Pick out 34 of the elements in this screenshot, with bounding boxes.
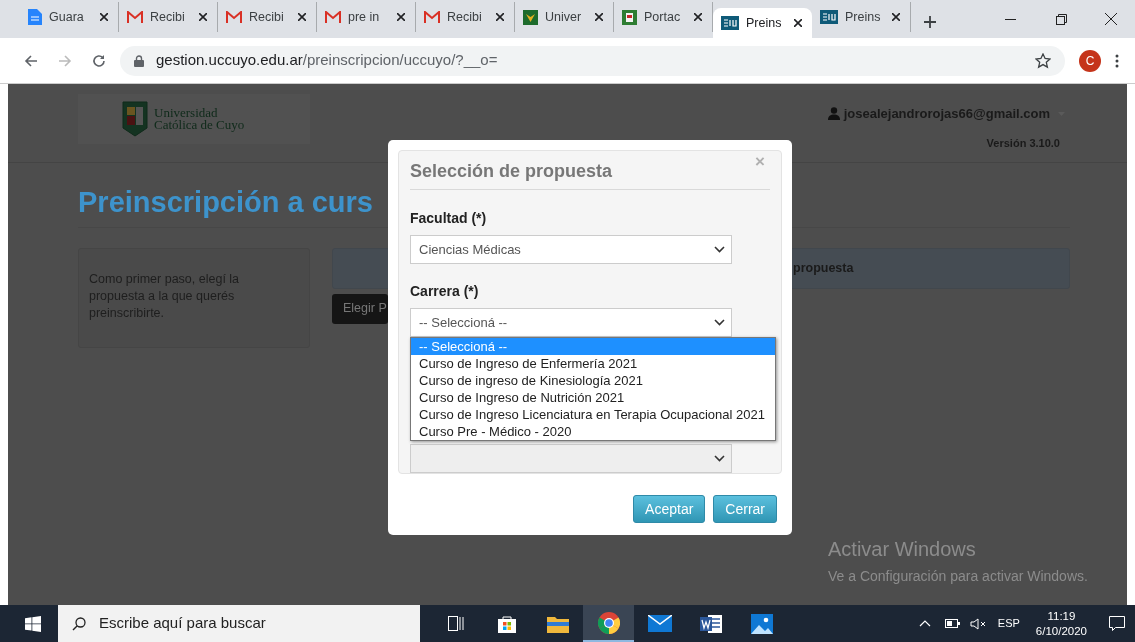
panel-heading: propuesta bbox=[793, 259, 854, 277]
dropdown-option[interactable]: Curso de Ingreso de Nutrición 2021 bbox=[411, 389, 775, 406]
activation-text: Ve a Configuración para activar Windows. bbox=[828, 567, 1088, 586]
clock-date[interactable]: 6/10/2020 bbox=[1035, 623, 1087, 639]
browser-tab[interactable]: Recibi bbox=[416, 2, 515, 32]
browser-tab[interactable]: Guara bbox=[20, 2, 119, 32]
url-text: gestion.uccuyo.edu.ar/preinscripcion/uccuyo/?__o= bbox=[156, 50, 498, 71]
dropdown-option[interactable]: Curso Pre - Médico - 2020 bbox=[411, 423, 775, 440]
dropdown-option[interactable]: Curso de Ingreso Licenciatura en Terapia Ocupacional 2021 bbox=[411, 406, 775, 423]
field-label: Carrera (*) bbox=[410, 282, 480, 301]
clock-time[interactable]: 11:19 bbox=[1047, 608, 1076, 624]
dropdown-option[interactable]: Curso de ingreso de Kinesiología 2021 bbox=[411, 372, 775, 389]
browser-tab[interactable]: Preins bbox=[713, 8, 812, 38]
browser-tab[interactable]: Recibi bbox=[218, 2, 317, 32]
taskbar-search-field[interactable]: Escribe aquí para buscar bbox=[58, 605, 420, 642]
choose-button[interactable]: Elegir P bbox=[332, 293, 388, 324]
browser-tab[interactable]: Preins bbox=[812, 2, 911, 32]
browser-tab[interactable]: pre in bbox=[317, 2, 416, 32]
browser-tab[interactable]: Recibi bbox=[119, 2, 218, 32]
browser-tab[interactable]: Univer bbox=[515, 2, 614, 32]
search-placeholder: Escribe aquí para buscar bbox=[99, 613, 266, 634]
browser-tab[interactable]: Portac bbox=[614, 2, 713, 32]
profile-avatar[interactable]: C bbox=[1079, 49, 1101, 72]
modal-title: Selección de propuesta bbox=[410, 161, 613, 181]
logo-text: Universidad bbox=[154, 107, 219, 119]
dropdown-option[interactable]: Curso de Ingreso de Enfermería 2021 bbox=[411, 355, 775, 372]
language-indicator[interactable]: ESP bbox=[997, 615, 1020, 632]
select-field[interactable]: -- Seleccioná -- bbox=[410, 308, 732, 337]
page-title: Preinscripción a curs bbox=[78, 186, 373, 218]
field-label: Facultad (*) bbox=[410, 209, 488, 228]
select-field[interactable]: Ciencias Médicas bbox=[410, 235, 732, 264]
address-bar[interactable]: gestion.uccuyo.edu.ar/preinscripcion/uccuyo/?__o= bbox=[120, 45, 1065, 76]
activation-title: Activar Windows bbox=[828, 537, 977, 562]
logo-text: Católica de Cuyo bbox=[154, 119, 245, 131]
